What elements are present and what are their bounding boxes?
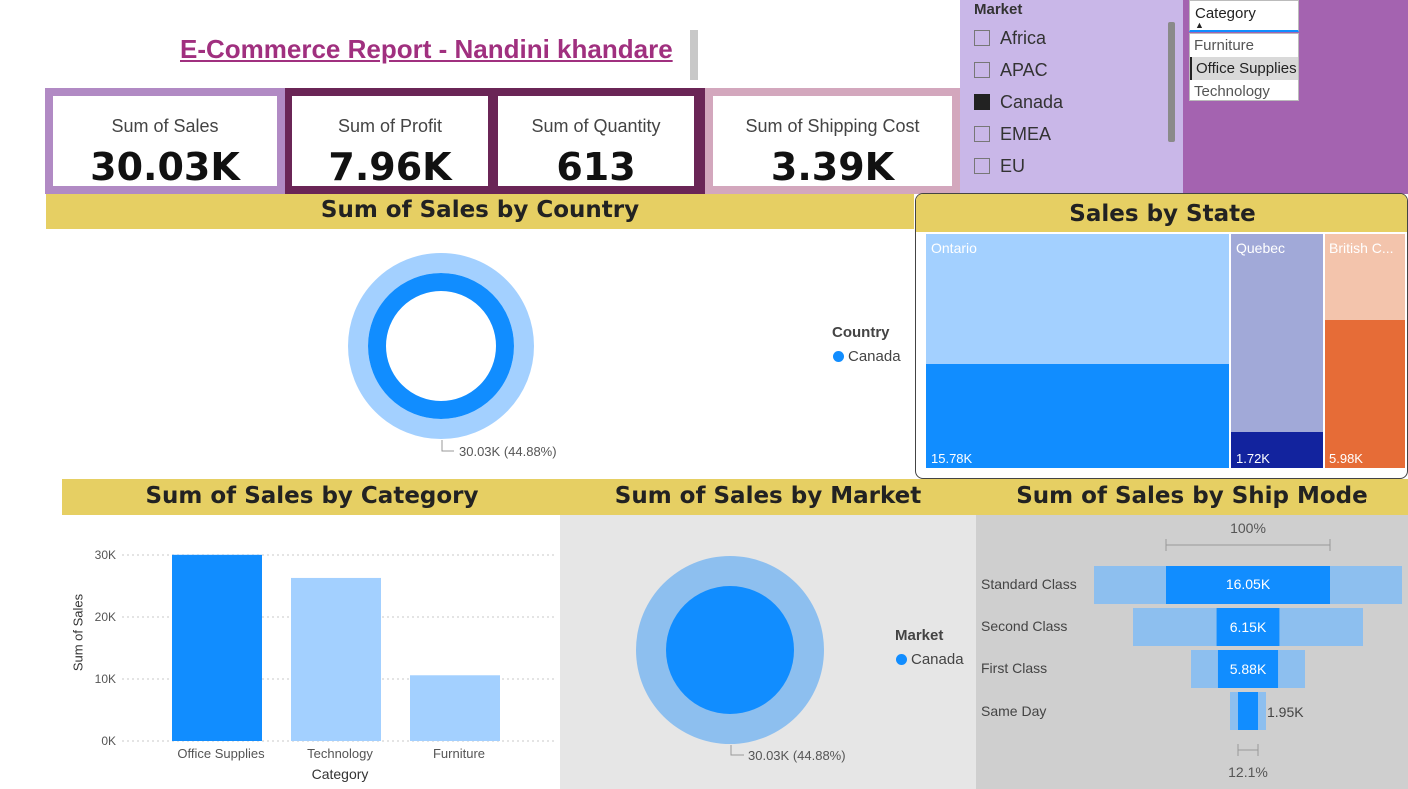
state-chart-card: Sales by State Ontario 15.78K Quebec 1.7… [915,193,1408,479]
market-option-eu[interactable]: EU [974,150,1154,182]
kpi-label: Sum of Shipping Cost [745,116,920,136]
kpi-value: 30.03K [90,145,240,189]
bar-technology[interactable] [291,577,381,741]
kpi-label: Sum of Sales [111,116,219,136]
kpi-card-shipping: Sum of Shipping Cost 3.39K [713,96,952,189]
market-option-apac[interactable]: APAC [974,54,1154,86]
market-option-label: Africa [1000,27,1047,48]
market-option-africa[interactable]: Africa [974,22,1154,54]
ytick-label: 10K [94,672,116,686]
market-label-leader [730,745,744,756]
kpi-value: 7.96K [328,145,452,189]
category-option-office-supplies[interactable]: Office Supplies [1190,57,1298,80]
kpi-value: 3.39K [770,145,895,189]
funnel-value-label: 6.15K [1229,619,1267,635]
funnel-top-label: 100% [1230,520,1266,536]
funnel-row-label: First Class [981,660,1048,676]
checkbox[interactable] [974,158,990,174]
category-dropdown-list: Furniture Office Supplies Technology [1189,33,1299,101]
category-dropdown-title: Category [1195,5,1256,22]
treemap-label-british-columbia: British C... [1329,240,1394,256]
market-option-emea[interactable]: EMEA [974,118,1154,150]
market-donut-chart[interactable] [630,545,840,765]
treemap-label-ontario: Ontario [931,240,977,256]
category-x-axis-title: Category [311,766,369,782]
market-legend-item[interactable]: Canada [896,651,964,668]
market-option-label: Canada [1000,91,1064,112]
title-scrollbar [690,30,698,80]
kpi-value: 613 [556,145,636,189]
ytick-label: 20K [94,610,116,624]
funnel-value-label: 5.88K [1229,661,1267,677]
funnel-bottom-label: 12.1% [1228,764,1268,780]
category-option-technology[interactable]: Technology [1190,80,1298,103]
kpi-label: Sum of Quantity [531,116,661,136]
sort-up-icon[interactable]: ▲ [1195,20,1204,30]
xtick-label-furniture: Furniture [432,746,486,761]
funnel-value-label: 16.05K [1225,576,1271,592]
kpi-card-profit: Sum of Profit 7.96K [292,96,488,189]
treemap-value-ontario: 15.78K [931,451,973,466]
country-legend-item[interactable]: Canada [833,348,901,365]
treemap-label-quebec: Quebec [1236,240,1286,256]
state-chart-title: Sales by State [916,194,1407,232]
kpi-label: Sum of Profit [337,116,443,136]
category-dropdown-header[interactable]: Category ▲ [1189,0,1299,32]
country-donut-chart[interactable] [340,245,560,470]
ytick-label: 0K [101,734,116,748]
market-slicer-scrollbar[interactable] [1168,22,1175,142]
market-option-label: APAC [1000,59,1048,80]
bar-office-supplies[interactable] [172,554,262,741]
funnel-row-label: Second Class [981,618,1068,634]
market-slicer-title: Market [974,1,1023,18]
xtick-label-office-supplies: Office Supplies [177,746,265,761]
category-chart-title: Sum of Sales by Category [62,479,562,515]
market-donut-inner [666,586,794,714]
category-y-axis-title: Sum of Sales [70,593,86,672]
funnel-row-label: Same Day [981,703,1047,719]
legend-dot-icon [896,654,907,665]
ytick-label: 30K [94,548,116,562]
report-title: E-Commerce Report - Nandini khandare [180,34,673,64]
treemap-value-british-columbia: 5.98K [1329,451,1363,466]
checkbox-checked[interactable] [974,94,990,110]
checkbox[interactable] [974,126,990,142]
checkbox[interactable] [974,30,990,46]
kpi-card-quantity: Sum of Quantity 613 [498,96,694,189]
market-option-label: EU [1000,155,1026,176]
market-chart-title: Sum of Sales by Market [560,479,976,515]
market-legend-title: Market [895,627,944,644]
checkbox[interactable] [974,62,990,78]
country-chart-title: Sum of Sales by Country [46,194,914,229]
legend-label: Canada [848,348,901,365]
market-option-canada[interactable]: Canada [974,86,1154,118]
market-slicer-list: Africa APAC Canada EMEA EU [974,22,1154,182]
bar-furniture[interactable] [410,675,500,741]
market-donut-data-label: 30.03K (44.88%) [748,748,846,763]
country-donut-inner-ring [368,273,514,419]
shipmode-funnel-chart[interactable] [976,515,1408,789]
legend-dot-icon [833,351,844,362]
legend-label: Canada [911,651,964,668]
treemap-tile-quebec[interactable] [1231,234,1323,432]
country-donut-data-label: 30.03K (44.88%) [459,444,557,459]
market-slicer: Market Africa APAC Canada EMEA EU [960,0,1183,194]
xtick-label-technology: Technology [307,746,373,761]
treemap-tile-british-columbia-highlight[interactable] [1325,320,1405,468]
kpi-card-sales: Sum of Sales 30.03K [53,96,277,189]
funnel-bar-same-day[interactable] [1238,692,1258,730]
category-bars [172,554,500,741]
treemap-value-quebec: 1.72K [1236,451,1270,466]
category-option-furniture[interactable]: Furniture [1190,34,1298,57]
country-label-leader [441,440,454,452]
market-option-label: EMEA [1000,123,1052,144]
shipmode-chart-title: Sum of Sales by Ship Mode [976,479,1408,515]
funnel-value-label: 1.95K [1267,704,1304,720]
funnel-row-label: Standard Class [981,576,1077,592]
country-legend-title: Country [832,324,890,341]
